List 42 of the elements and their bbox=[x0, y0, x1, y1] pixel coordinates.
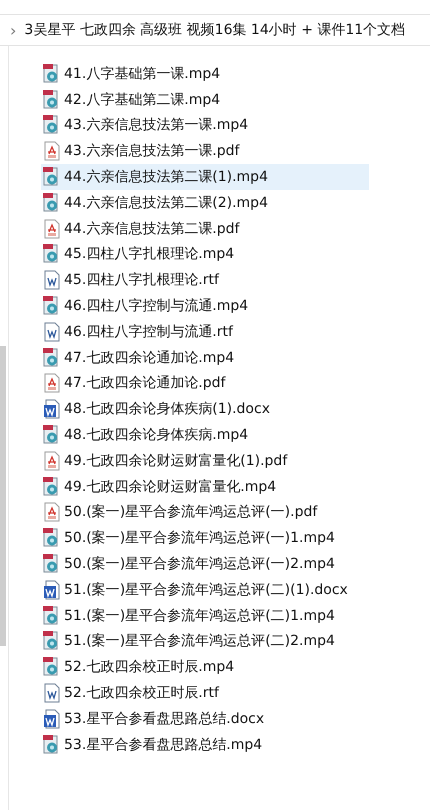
file-item[interactable]: 45.四柱八字扎根理论.rtf bbox=[41, 267, 221, 294]
word-document-icon bbox=[43, 683, 61, 704]
pdf-file-icon bbox=[43, 450, 61, 471]
word-document-icon bbox=[43, 399, 61, 420]
file-item[interactable]: 42.八字基础第二课.mp4 bbox=[41, 86, 222, 113]
file-item[interactable]: 44.六亲信息技法第二课(2).mp4 bbox=[41, 190, 270, 216]
file-item[interactable]: 47.七政四余论通加论.mp4 bbox=[41, 344, 236, 371]
file-item[interactable]: 41.八字基础第一课.mp4 bbox=[41, 61, 222, 87]
word-document-icon bbox=[43, 708, 61, 729]
file-item[interactable]: 44.六亲信息技法第二课.pdf bbox=[41, 216, 242, 242]
file-item[interactable]: 50.(案一)星平合参流年鸿运总评(一).pdf bbox=[41, 500, 320, 526]
scrollbar-thumb[interactable] bbox=[0, 346, 6, 646]
file-item[interactable]: 43.六亲信息技法第一课.mp4 bbox=[41, 112, 250, 138]
file-item[interactable]: 50.(案一)星平合参流年鸿运总评(一)1.mp4 bbox=[41, 525, 337, 552]
word-document-icon bbox=[43, 270, 61, 290]
word-document-icon bbox=[43, 580, 61, 600]
file-item[interactable]: 51.(案一)星平合参流年鸿运总评(二)2.mp4 bbox=[41, 628, 337, 654]
file-item[interactable]: 46.四柱八字控制与流通.rtf bbox=[41, 318, 235, 345]
file-item[interactable]: 52.七政四余校正时辰.mp4 bbox=[41, 654, 236, 680]
file-item[interactable]: 48.七政四余论身体疾病.mp4 bbox=[41, 422, 250, 448]
file-item[interactable]: 52.七政四余校正时辰.rtf bbox=[41, 680, 221, 706]
file-item[interactable]: 51.(案一)星平合参流年鸿运总评(二)(1).docx bbox=[41, 576, 350, 603]
folder-path[interactable]: 3吴星平 七政四余 高级班 视频16集 14小时 + 课件11个文档 bbox=[24, 21, 406, 39]
file-item[interactable]: 49.七政四余论财运财富量化.mp4 bbox=[41, 474, 278, 500]
address-bar[interactable]: › 3吴星平 七政四余 高级班 视频16集 14小时 + 课件11个文档 bbox=[0, 15, 430, 46]
word-document-icon bbox=[43, 322, 61, 342]
file-item[interactable]: 51.(案一)星平合参流年鸿运总评(二)1.mp4 bbox=[41, 602, 337, 629]
file-item[interactable]: 53.星平合参看盘思路总结.docx bbox=[41, 706, 266, 732]
file-item[interactable]: 48.七政四余论身体疾病(1).docx bbox=[41, 396, 272, 422]
file-item[interactable]: 45.四柱八字扎根理论.mp4 bbox=[41, 242, 236, 268]
breadcrumb-separator: › bbox=[10, 20, 16, 40]
pdf-file-icon bbox=[43, 141, 61, 162]
file-item[interactable]: 43.六亲信息技法第一课.pdf bbox=[41, 138, 242, 164]
pdf-file-icon bbox=[43, 373, 61, 394]
file-item[interactable]: 44.六亲信息技法第二课(1).mp4 bbox=[41, 164, 369, 190]
pdf-file-icon bbox=[43, 502, 61, 522]
file-item[interactable]: 47.七政四余论通加论.pdf bbox=[41, 370, 228, 396]
file-item[interactable]: 53.星平合参看盘思路总结.mp4 bbox=[41, 732, 264, 758]
pdf-file-icon bbox=[43, 218, 61, 239]
file-item[interactable]: 46.四柱八字控制与流通.mp4 bbox=[41, 293, 250, 319]
file-item[interactable]: 49.七政四余论财运财富量化(1).pdf bbox=[41, 448, 290, 474]
file-item[interactable]: 50.(案一)星平合参流年鸿运总评(一)2.mp4 bbox=[41, 551, 337, 577]
